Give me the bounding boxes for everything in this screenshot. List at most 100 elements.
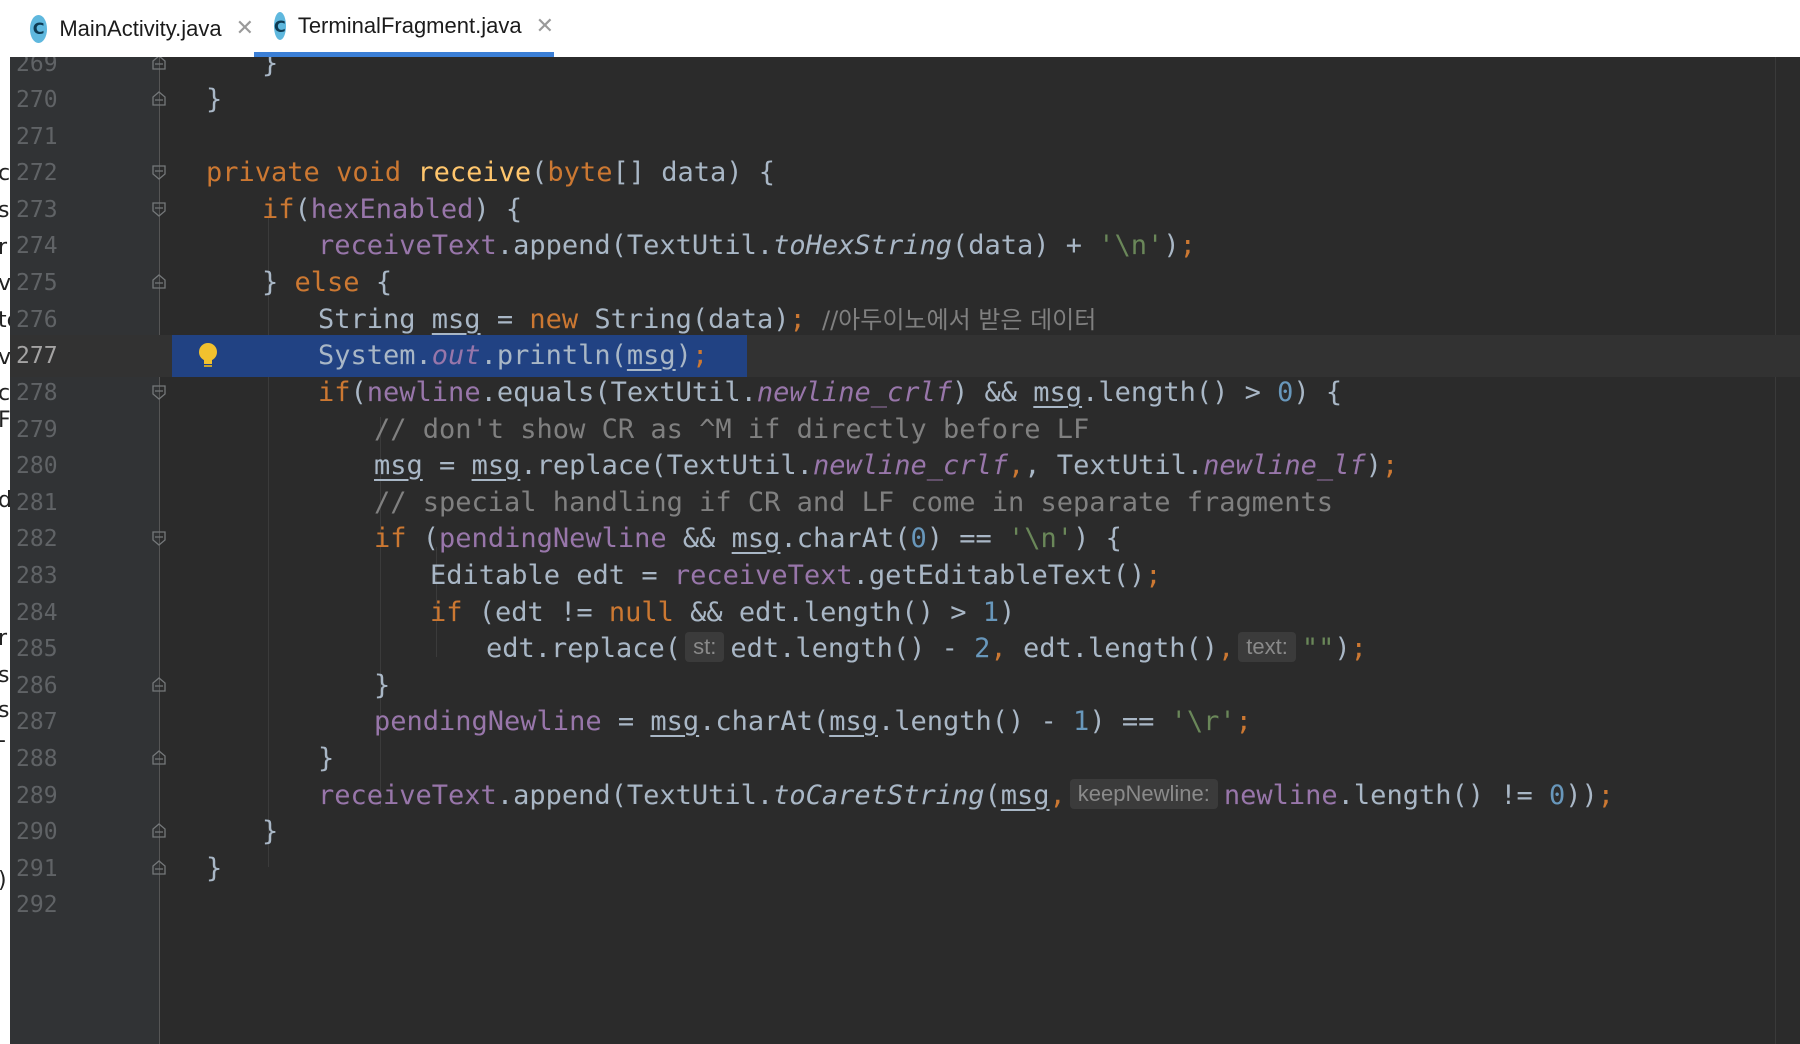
code-token: ; bbox=[1350, 633, 1367, 664]
code-token: .append(TextUtil. bbox=[496, 780, 774, 811]
code-line[interactable]: 280 msg = msg.replace(TextUtil.newline_c… bbox=[10, 445, 1800, 487]
code-line[interactable]: 283 Editable edt = receiveText.getEditab… bbox=[10, 555, 1800, 597]
code-line[interactable]: 292 bbox=[10, 884, 1800, 926]
code-token: toHexString bbox=[773, 230, 952, 261]
code-line[interactable]: 272 private void receive(byte[] data) { bbox=[10, 152, 1800, 194]
fold-end-icon[interactable] bbox=[151, 274, 167, 290]
code-token: edt.replace( bbox=[486, 633, 682, 664]
code-token: msg bbox=[650, 706, 700, 737]
parameter-hint: keepNewline: bbox=[1069, 778, 1218, 809]
code-token: pendingNewline bbox=[374, 706, 602, 737]
code-token: toCaretString bbox=[773, 780, 985, 811]
fold-start-icon[interactable] bbox=[151, 384, 167, 400]
line-number: 292 bbox=[16, 892, 58, 918]
editor-tab-bar: C MainActivity.java ✕ C TerminalFragment… bbox=[10, 0, 1800, 58]
tab-label: MainActivity.java bbox=[59, 15, 222, 41]
fold-start-icon[interactable] bbox=[151, 164, 167, 180]
panel-fragment: - bbox=[0, 730, 6, 752]
fold-end-icon[interactable] bbox=[151, 91, 167, 107]
code-token: ) { bbox=[1293, 377, 1343, 408]
tab-terminal-fragment[interactable]: C TerminalFragment.java ✕ bbox=[254, 0, 554, 57]
code-line[interactable]: 285 edt.replace(st: edt.length() - 2, edt… bbox=[10, 628, 1800, 670]
panel-fragment: ) bbox=[0, 870, 7, 892]
fold-start-icon[interactable] bbox=[151, 530, 167, 546]
panel-fragment: r bbox=[0, 628, 7, 650]
code-token: = bbox=[601, 706, 651, 737]
line-number: 272 bbox=[16, 160, 58, 186]
fold-end-icon[interactable] bbox=[151, 860, 167, 876]
line-number: 288 bbox=[16, 746, 58, 772]
code-token: msg bbox=[731, 523, 781, 554]
code-line-current[interactable]: 277 System.out.println(msg); bbox=[10, 335, 1800, 377]
code-token: edt.length() - bbox=[730, 633, 975, 664]
fold-end-icon[interactable] bbox=[151, 823, 167, 839]
fold-end-icon[interactable] bbox=[151, 677, 167, 693]
code-token: = bbox=[422, 450, 472, 481]
code-token: msg bbox=[374, 450, 423, 481]
code-token: receiveText bbox=[673, 560, 853, 591]
code-token: , TextUtil. bbox=[1024, 450, 1204, 481]
tab-main-activity[interactable]: C MainActivity.java ✕ bbox=[10, 0, 254, 57]
line-number: 283 bbox=[16, 563, 58, 589]
code-line[interactable]: 290 } bbox=[10, 811, 1800, 853]
code-token: msg bbox=[626, 340, 676, 371]
code-token: 1 bbox=[982, 597, 999, 628]
code-token: .getEditableText() bbox=[852, 560, 1146, 591]
code-token: ; bbox=[1597, 780, 1615, 811]
code-token: ; bbox=[691, 340, 709, 371]
close-icon[interactable]: ✕ bbox=[236, 16, 254, 41]
code-line[interactable]: 287 pendingNewline = msg.charAt(msg.leng… bbox=[10, 701, 1800, 743]
code-token: newline_lf bbox=[1203, 450, 1366, 481]
code-token: .equals(TextUtil. bbox=[480, 377, 757, 408]
code-token: "" bbox=[1301, 633, 1335, 664]
panel-fragment: s bbox=[0, 700, 9, 722]
code-token: 1 bbox=[1073, 706, 1090, 737]
code-token: } bbox=[262, 816, 279, 847]
code-token: receive bbox=[417, 157, 532, 188]
code-token: )) bbox=[1565, 780, 1598, 811]
code-token: newline bbox=[1223, 780, 1338, 811]
code-line[interactable]: 274 receiveText.append(TextUtil.toHexStr… bbox=[10, 225, 1800, 267]
code-token: 2 bbox=[974, 633, 991, 664]
code-token: .println( bbox=[480, 340, 627, 371]
code-token: Editable edt = bbox=[430, 560, 674, 591]
close-icon[interactable]: ✕ bbox=[536, 14, 554, 39]
code-token: 0 bbox=[1277, 377, 1294, 408]
code-line[interactable]: 282 if (pendingNewline && msg.charAt(0) … bbox=[10, 518, 1800, 560]
code-line[interactable]: 275 } else { bbox=[10, 262, 1800, 304]
code-token: '\r' bbox=[1170, 706, 1236, 737]
code-token: [] data) { bbox=[612, 157, 776, 188]
code-token: if bbox=[430, 597, 479, 628]
code-token: } bbox=[206, 84, 223, 115]
code-comment: //아두이노에서 받은 데이터 bbox=[822, 306, 1097, 334]
code-token: String bbox=[318, 304, 432, 335]
code-line[interactable]: 270 } bbox=[10, 79, 1800, 121]
parameter-hint: text: bbox=[1238, 631, 1296, 662]
code-token: .append(TextUtil. bbox=[496, 230, 774, 261]
code-token: } bbox=[318, 743, 335, 774]
code-token: (edt != bbox=[478, 597, 609, 628]
code-token: System. bbox=[318, 340, 432, 371]
code-line[interactable]: 288 } bbox=[10, 738, 1800, 780]
code-token: byte bbox=[547, 157, 613, 188]
class-icon: C bbox=[30, 14, 48, 43]
code-token: && edt.length() > bbox=[673, 597, 983, 628]
panel-fragment: s bbox=[0, 665, 9, 687]
line-number: 280 bbox=[16, 453, 58, 479]
fold-end-icon[interactable] bbox=[151, 750, 167, 766]
code-editor[interactable]: 269 } 270 } 271 272 private void receive… bbox=[10, 57, 1800, 1044]
code-token: out bbox=[431, 340, 481, 371]
lightbulb-icon[interactable] bbox=[195, 341, 221, 371]
code-token: { bbox=[505, 194, 523, 225]
code-token: ) bbox=[998, 597, 1016, 628]
code-token: if bbox=[262, 194, 295, 225]
code-token: ; bbox=[1179, 230, 1196, 261]
code-comment: // special handling if CR and LF come in… bbox=[374, 487, 1334, 518]
line-number: 275 bbox=[16, 270, 58, 296]
code-token: receiveText bbox=[318, 230, 497, 261]
code-token: 0 bbox=[910, 523, 927, 554]
code-token: msg bbox=[471, 450, 521, 481]
fold-end-icon[interactable] bbox=[151, 57, 167, 71]
fold-start-icon[interactable] bbox=[151, 201, 167, 217]
code-line[interactable]: 278 if(newline.equals(TextUtil.newline_c… bbox=[10, 372, 1800, 414]
